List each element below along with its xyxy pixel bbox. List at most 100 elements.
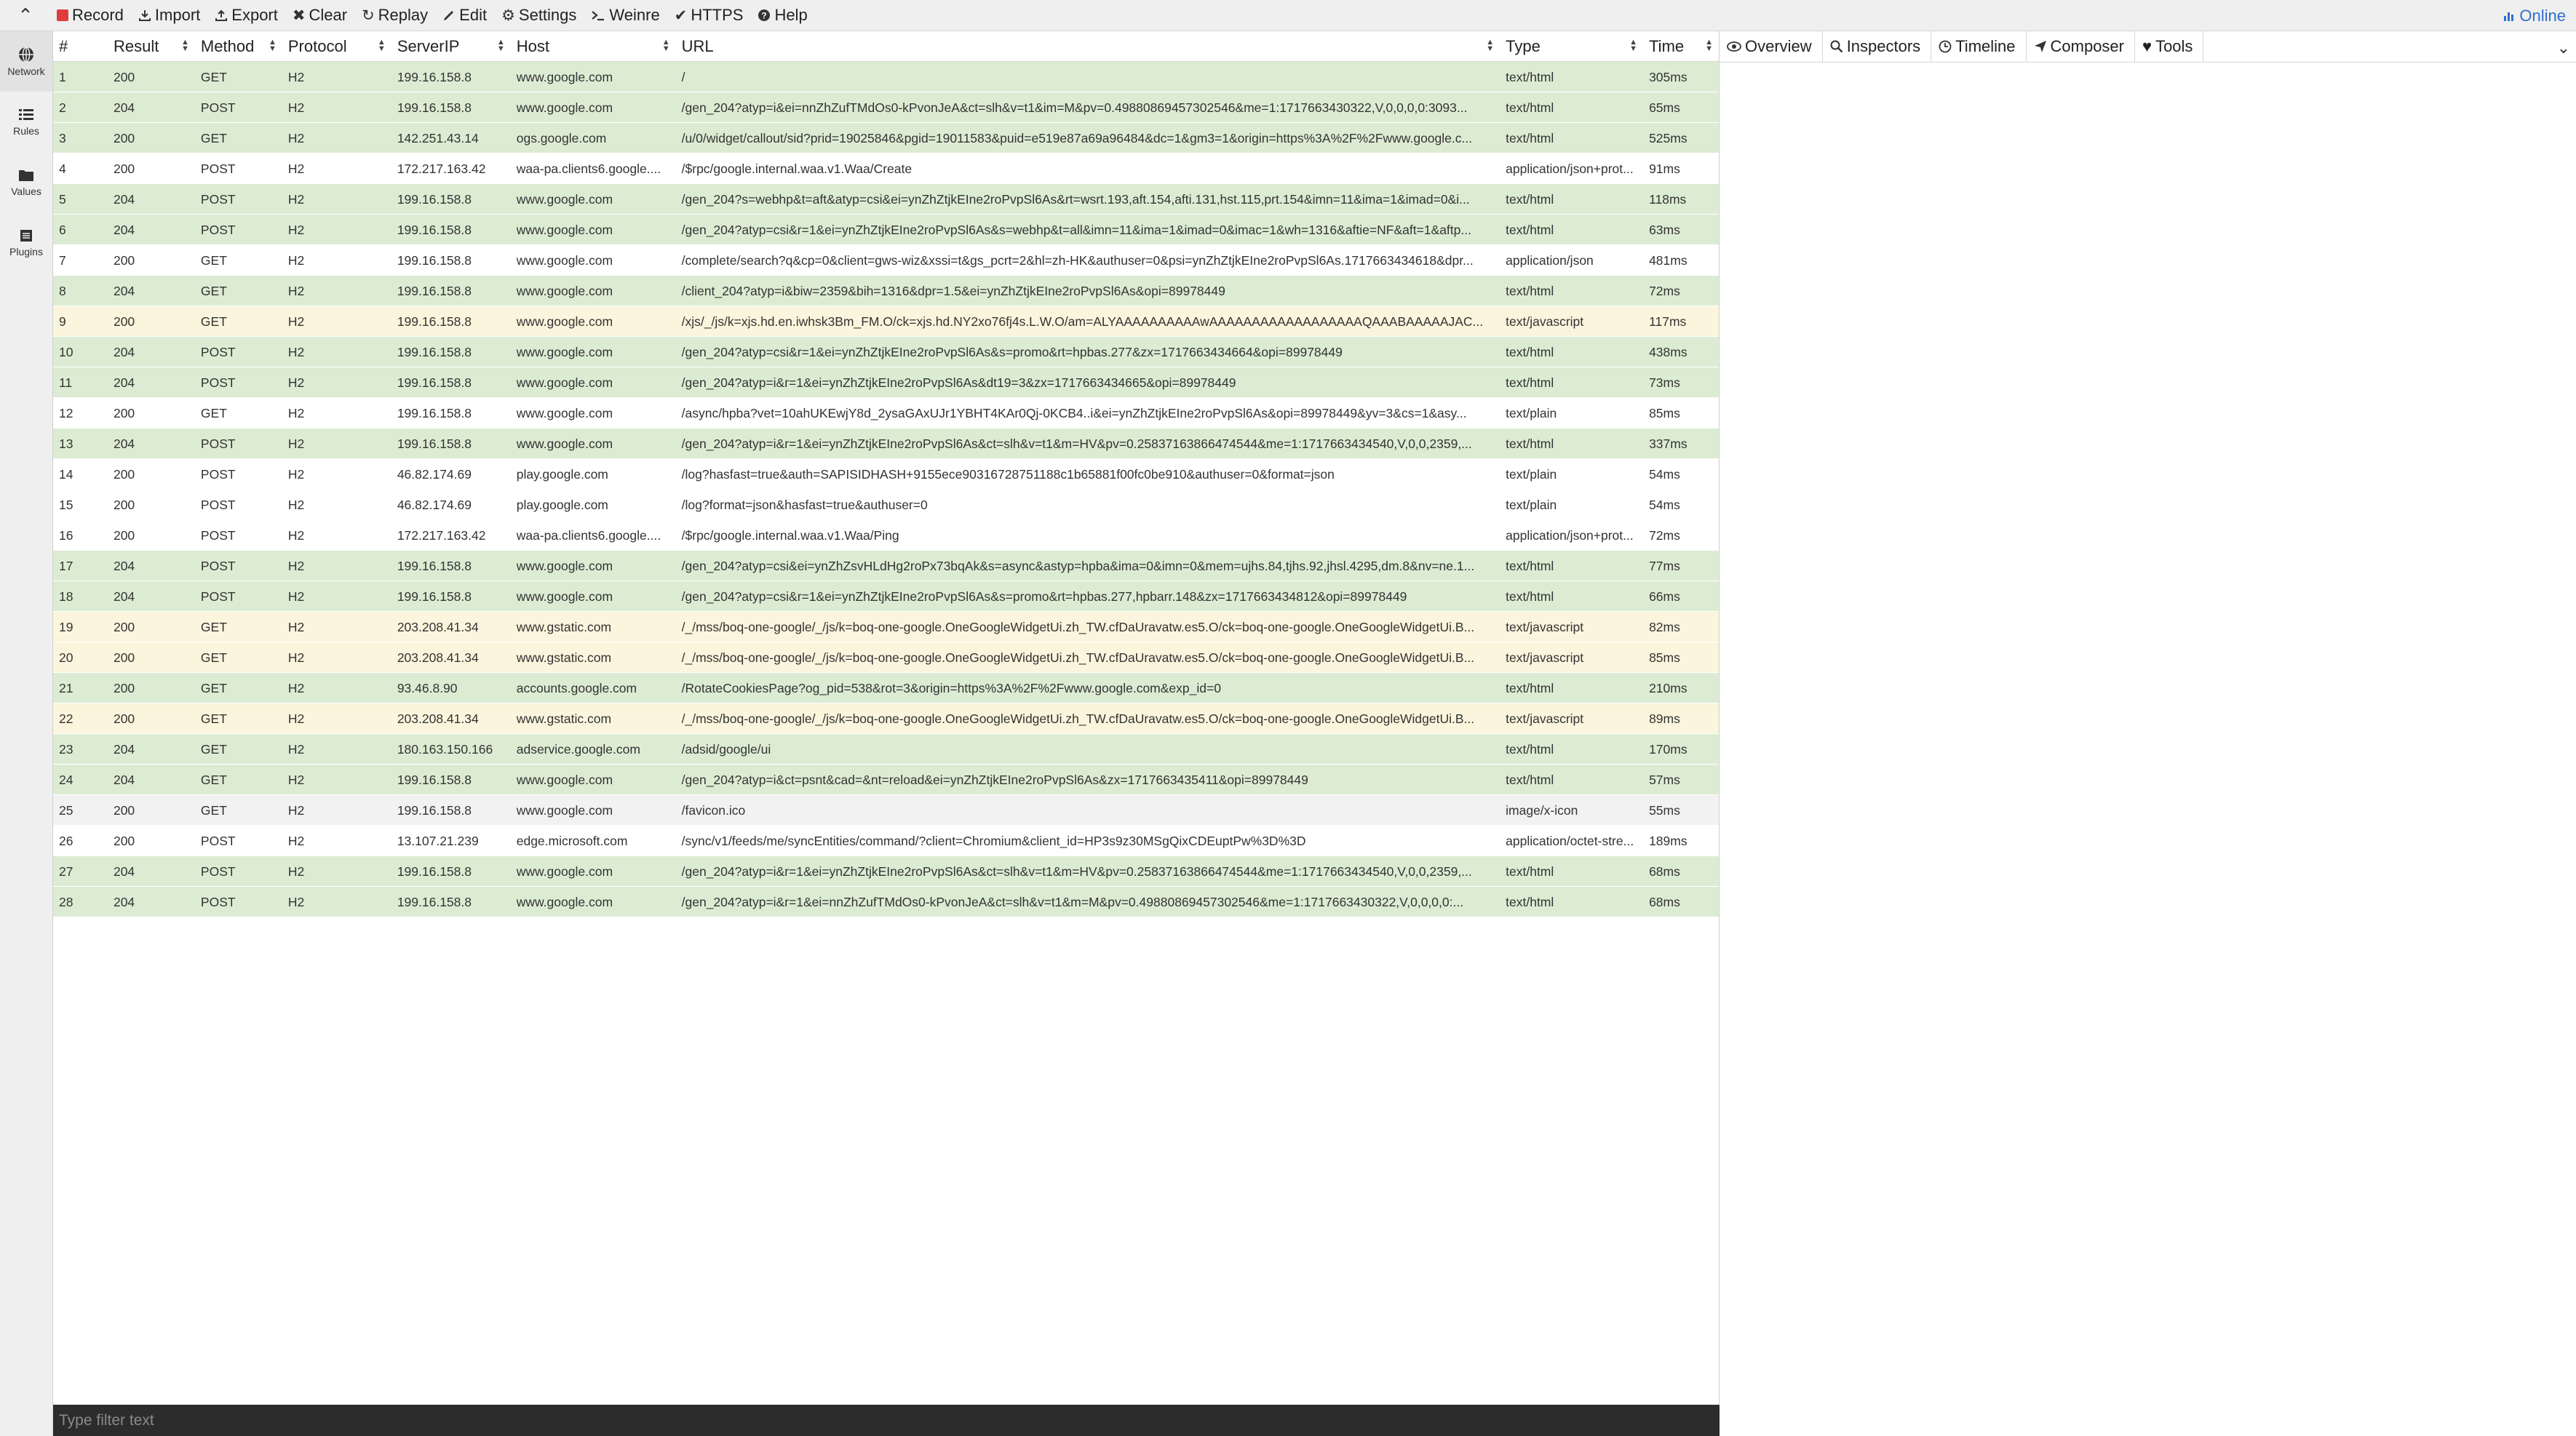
- bar-chart-icon: [2503, 10, 2515, 22]
- cell-url: /xjs/_/js/k=xjs.hd.en.iwhsk3Bm_FM.O/ck=x…: [681, 314, 1484, 329]
- table-row[interactable]: 26 200 POST H2 13.107.21.239 edge.microsoft.c…: [53, 826, 1719, 856]
- table-row[interactable]: 9 200 GET H2 199.16.158.8 www.google.com/xjs/…: [53, 306, 1719, 337]
- table-row[interactable]: 18 204 POST H2 199.16.158.8 www.google.com/ge…: [53, 581, 1719, 612]
- online-status[interactable]: Online: [2503, 0, 2566, 31]
- cell-time: 57ms: [1649, 772, 1680, 787]
- column-header-number[interactable]: #: [53, 31, 108, 62]
- table-row[interactable]: 15 200 POST H2 46.82.174.69 play.google.com/l…: [53, 490, 1719, 520]
- terminal-icon: [591, 9, 605, 21]
- cell-type: text/javascript: [1506, 619, 1584, 634]
- cell-serverip: 199.16.158.8: [397, 100, 472, 115]
- cell-method: POST: [200, 100, 236, 115]
- cell-number: 1: [59, 69, 66, 84]
- table-row[interactable]: 8 204 GET H2 199.16.158.8 www.google.com/clie…: [53, 276, 1719, 306]
- column-header-protocol[interactable]: Protocol ▲ ▼: [282, 31, 391, 62]
- filter-input[interactable]: [59, 1405, 1720, 1436]
- sidebar-item-rules[interactable]: Rules: [0, 92, 52, 152]
- table-row[interactable]: 3 200 GET H2 142.251.43.14 ogs.google.com/u/0…: [53, 123, 1719, 153]
- cell-result: 200: [113, 69, 135, 84]
- tab-timeline[interactable]: Timeline: [1931, 31, 2027, 63]
- cell-host: www.google.com: [516, 863, 613, 879]
- sidebar-item-plugins[interactable]: Plugins: [0, 212, 52, 273]
- cell-method: GET: [200, 252, 227, 268]
- table-row[interactable]: 4 200 POST H2 172.217.163.42 waa-pa.clients6.…: [53, 153, 1719, 184]
- cell-protocol: H2: [287, 802, 305, 818]
- table-row[interactable]: 7 200 GET H2 199.16.158.8 www.google.com/comp…: [53, 245, 1719, 276]
- toolbar: ⌃ Record Import Export ✖ Clear ↻ Replay …: [0, 0, 2576, 31]
- cell-type: text/html: [1506, 222, 1554, 237]
- https-button[interactable]: ✔ HTTPS: [669, 0, 752, 31]
- column-header-time[interactable]: Time ▲ ▼: [1643, 31, 1719, 62]
- clear-label: Clear: [309, 6, 348, 24]
- clock-icon: [1939, 40, 1952, 53]
- cell-url: /log?hasfast=true&auth=SAPISIDHASH+9155e…: [681, 466, 1335, 482]
- cell-method: POST: [200, 527, 236, 543]
- table-row[interactable]: 20 200 GET H2 203.208.41.34 www.gstatic.com /_…: [53, 642, 1719, 673]
- table-row[interactable]: 17 204 POST H2 199.16.158.8 www.google.com/ge…: [53, 551, 1719, 581]
- cell-url: /gen_204?atyp=i&r=1&ei=ynZhZtjkEIne2roPv…: [681, 863, 1472, 879]
- tab-composer[interactable]: Composer: [2027, 31, 2135, 63]
- table-row[interactable]: 1 200 GET H2 199.16.158.8 www.google.com / text…: [53, 62, 1719, 92]
- table-row[interactable]: 21 200 GET H2 93.46.8.90 accounts.google.com /…: [53, 673, 1719, 703]
- table-row[interactable]: 23 204 GET H2 180.163.150.166 adservice.googl…: [53, 734, 1719, 765]
- collapse-toolbar-button[interactable]: ⌃: [0, 0, 51, 31]
- cell-method: POST: [200, 558, 236, 573]
- cell-time: 63ms: [1649, 222, 1680, 237]
- cell-url: /: [681, 69, 685, 84]
- table-row[interactable]: 12 200 GET H2 199.16.158.8 www.google.com/asy…: [53, 398, 1719, 428]
- cell-url: /gen_204?atyp=csi&r=1&ei=ynZhZtjkEIne2ro…: [681, 589, 1407, 604]
- sidebar-item-network[interactable]: Network: [0, 31, 52, 92]
- column-header-url[interactable]: URL ▲ ▼: [676, 31, 1500, 62]
- export-button[interactable]: Export: [209, 0, 287, 31]
- column-header-result[interactable]: Result ▲ ▼: [108, 31, 195, 62]
- table-row[interactable]: 24 204 GET H2 199.16.158.8 www.google.com/gen…: [53, 765, 1719, 795]
- table-row[interactable]: 16 200 POST H2 172.217.163.42 waa-pa.clients6…: [53, 520, 1719, 551]
- table-row[interactable]: 25 200 GET H2 199.16.158.8 www.google.com/fav…: [53, 795, 1719, 826]
- weinre-button[interactable]: Weinre: [585, 0, 668, 31]
- replay-button[interactable]: ↻ Replay: [356, 0, 437, 31]
- tab-inspectors[interactable]: Inspectors: [1823, 31, 1932, 63]
- table-row[interactable]: 27 204 POST H2 199.16.158.8 www.google.com/ge…: [53, 856, 1719, 887]
- svg-text:?: ?: [762, 11, 767, 21]
- cell-serverip: 199.16.158.8: [397, 191, 472, 207]
- table-row[interactable]: 6 204 POST H2 199.16.158.8 www.google.com/gen…: [53, 215, 1719, 245]
- record-button[interactable]: Record: [51, 0, 132, 31]
- table-row[interactable]: 19 200 GET H2 203.208.41.34 www.gstatic.com /_…: [53, 612, 1719, 642]
- table-row[interactable]: 14 200 POST H2 46.82.174.69 play.google.com/l…: [53, 459, 1719, 490]
- table-row[interactable]: 28 204 POST H2 199.16.158.8 www.google.com/ge…: [53, 887, 1719, 917]
- cell-result: 200: [113, 650, 135, 665]
- cell-type: application/octet-stre...: [1506, 833, 1634, 848]
- cell-result: 200: [113, 252, 135, 268]
- tab-overview[interactable]: Overview: [1720, 31, 1823, 63]
- cell-time: 525ms: [1649, 130, 1687, 145]
- import-icon: [138, 9, 151, 22]
- cell-time: 189ms: [1649, 833, 1687, 848]
- sidebar-item-values[interactable]: Values: [0, 152, 52, 212]
- table-row[interactable]: 10 204 POST H2 199.16.158.8 www.google.com/ge…: [53, 337, 1719, 367]
- replay-icon: ↻: [362, 7, 375, 24]
- chevron-down-icon[interactable]: ⌄: [2557, 39, 2570, 57]
- cell-serverip: 199.16.158.8: [397, 894, 472, 909]
- settings-button[interactable]: ⚙ Settings: [496, 0, 585, 31]
- cell-type: text/javascript: [1506, 314, 1584, 329]
- table-row[interactable]: 11 204 POST H2 199.16.158.8 www.google.com/ge…: [53, 367, 1719, 398]
- cell-protocol: H2: [287, 619, 305, 634]
- column-header-serverip[interactable]: ServerIP ▲ ▼: [391, 31, 511, 62]
- table-row[interactable]: 5 204 POST H2 199.16.158.8 www.google.com/gen…: [53, 184, 1719, 215]
- edit-button[interactable]: Edit: [437, 0, 496, 31]
- cell-type: text/html: [1506, 741, 1554, 757]
- clear-button[interactable]: ✖ Clear: [287, 0, 356, 31]
- table-row[interactable]: 13 204 POST H2 199.16.158.8 www.google.com/ge…: [53, 428, 1719, 459]
- tab-tools[interactable]: ♥ Tools: [2135, 31, 2204, 63]
- cell-result: 200: [113, 802, 135, 818]
- column-header-host[interactable]: Host ▲ ▼: [511, 31, 676, 62]
- sort-icon: ▲ ▼: [661, 37, 670, 53]
- table-row[interactable]: 22 200 GET H2 203.208.41.34 www.gstatic.com /_…: [53, 703, 1719, 734]
- cell-protocol: H2: [287, 314, 305, 329]
- help-button[interactable]: ? Help: [752, 0, 816, 31]
- import-button[interactable]: Import: [132, 0, 209, 31]
- column-header-method[interactable]: Method ▲ ▼: [195, 31, 282, 62]
- table-row[interactable]: 2 204 POST H2 199.16.158.8 www.google.com/gen…: [53, 92, 1719, 123]
- cell-type: text/html: [1506, 100, 1554, 115]
- column-header-type[interactable]: Type ▲ ▼: [1500, 31, 1643, 62]
